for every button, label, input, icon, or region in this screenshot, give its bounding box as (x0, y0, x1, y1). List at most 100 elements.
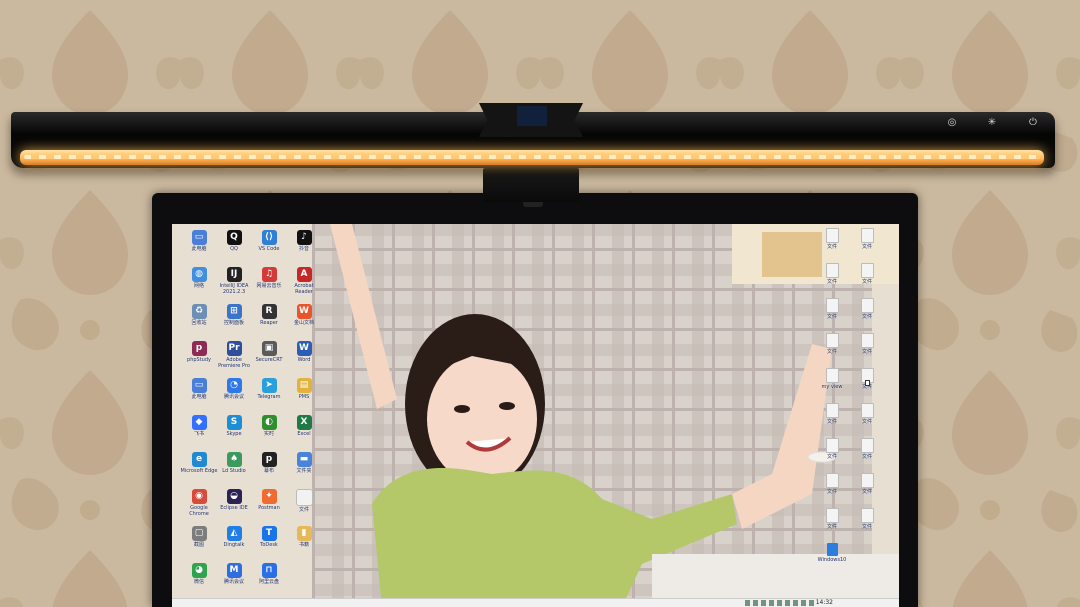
desktop-icon[interactable]: S Skype (215, 415, 253, 437)
desktop-icon[interactable]: IJ IntelliJ IDEA 2021.2.3 (215, 267, 253, 295)
desktop-icon[interactable]: 文件 (285, 489, 323, 513)
meeting-icon: ◔ (226, 378, 242, 393)
file-icon (825, 228, 839, 243)
acrobat-icon: A (296, 267, 312, 282)
desktop-icon[interactable]: ▣ SecureCRT (250, 341, 288, 363)
desktop-file-icon[interactable]: 文件 (813, 508, 851, 530)
desktop-icon[interactable]: ♫ 网易云音乐 (250, 267, 288, 289)
desktop-icon[interactable]: ◒ Eclipse IDE (215, 489, 253, 511)
desktop-icon-label: Excel (297, 431, 311, 437)
desktop-icon[interactable]: ◭ Dingtalk (215, 526, 253, 548)
desktop-icon-label: Acrobat Reader (294, 283, 314, 295)
desktop-file-icon[interactable]: 文件 (848, 508, 886, 530)
desktop-icon[interactable]: R Reaper (250, 304, 288, 326)
desktop-icon[interactable]: ◉ Google Chrome (180, 489, 218, 517)
mode-icon[interactable]: ◎ (946, 117, 958, 129)
desktop-icon[interactable]: ⊓ 阿里云盘 (250, 563, 288, 585)
lamp-logo-panel (517, 106, 547, 126)
desktop-icon[interactable]: ◐ 实时 (250, 415, 288, 437)
desktop-icon[interactable]: ▤ PMS (285, 378, 323, 400)
desktop-icon[interactable]: ⟨⟩ VS Code (250, 230, 288, 252)
desktop-icon[interactable]: p phpStudy (180, 341, 218, 363)
desktop-icon-label: 文件 (861, 524, 872, 530)
chrome-icon: ◉ (191, 489, 207, 504)
desktop-icon[interactable]: e Microsoft Edge (180, 452, 218, 474)
mubu-icon: p (261, 452, 277, 467)
eclipse-icon: ◒ (226, 489, 242, 504)
desktop-file-icon[interactable]: my view (813, 368, 851, 390)
desktop-icon-label: 文件 (826, 419, 837, 425)
desktop-icon[interactable]: ➤ Telegram (250, 378, 288, 400)
postman-icon: ✦ (261, 489, 277, 504)
desktop-icon[interactable]: ▢ 截图 (180, 526, 218, 548)
desktop-screen: ▭ 此电脑 Q QQ ⟨⟩ VS Code ♪ 抖音 ◍ 网络 IJ IntelliJ IDEA 20… (172, 224, 899, 607)
desktop-icon[interactable]: ⊞ 控制面板 (215, 304, 253, 326)
desktop-icon-label: 控制面板 (223, 320, 244, 326)
desktop-icon[interactable]: Q QQ (215, 230, 253, 252)
desktop-file-icon[interactable]: 文件 (813, 263, 851, 285)
recycle-bin-icon: ♻ (191, 304, 207, 319)
file-icon (860, 228, 874, 243)
desktop-file-icon[interactable]: 文件 (848, 263, 886, 285)
desktop-icon[interactable]: ▮ 书籍 (285, 526, 323, 548)
desktop-icon[interactable]: W 金山文档 (285, 304, 323, 326)
desktop-icon-label: Microsoft Edge (180, 468, 218, 474)
desktop-file-icon[interactable]: 文件 (848, 473, 886, 495)
desktop-icon[interactable]: M 腾讯会议 (215, 563, 253, 585)
desktop-icon[interactable]: X Excel (285, 415, 323, 437)
desktop-file-icon[interactable]: 文件 (813, 228, 851, 250)
desktop-icon[interactable]: ◆ 飞书 (180, 415, 218, 437)
desktop-icon[interactable]: ✦ Postman (250, 489, 288, 511)
desktop-icon[interactable]: A Acrobat Reader (285, 267, 323, 295)
desktop-icon[interactable]: ♻ 回收站 (180, 304, 218, 326)
desktop-icon[interactable]: p 幕布 (250, 452, 288, 474)
desktop-icon[interactable]: W Word (285, 341, 323, 363)
desktop-icon-label: 文件 (861, 244, 872, 250)
desktop-file-icon[interactable]: 文件 (813, 438, 851, 460)
desktop-file-icon[interactable]: 文件 (848, 228, 886, 250)
desktop-file-icon[interactable]: 文件 (813, 298, 851, 320)
desktop-icon-label: 实时 (263, 431, 274, 437)
desktop-icon-label: 文件 (826, 314, 837, 320)
music-icon: ♫ (261, 267, 277, 282)
desktop-file-icon[interactable]: Windows10 (813, 543, 851, 563)
computer-icon: ▭ (191, 230, 207, 245)
desktop-icon[interactable]: T ToDesk (250, 526, 288, 548)
control-panel-icon: ⊞ (226, 304, 242, 319)
desktop-file-icon[interactable]: 文件 (848, 368, 886, 390)
tencent-meeting-icon: M (226, 563, 242, 578)
desktop-file-icon[interactable]: 文件 (813, 333, 851, 355)
desktop-icon-label: 幕布 (263, 468, 274, 474)
desktop-icon[interactable]: ◍ 网络 (180, 267, 218, 289)
desktop-icon[interactable]: Pr Adobe Premiere Pro (215, 341, 253, 369)
folder-icon: ▬ (296, 452, 312, 467)
file-icon (860, 508, 874, 523)
desktop-icon-label: 截图 (193, 542, 204, 548)
power-icon[interactable]: ⏻ (1027, 117, 1039, 129)
windows-icon (826, 543, 838, 556)
taskbar-clock[interactable]: 14:32 (816, 599, 833, 606)
desktop-icon-label: 书籍 (298, 542, 309, 548)
taskbar: 14:32 (172, 598, 899, 607)
desktop-file-icon[interactable]: 文件 (848, 298, 886, 320)
file-icon (825, 403, 839, 418)
word-icon: W (296, 341, 312, 356)
desktop-icon[interactable]: ▭ 此电脑 (180, 378, 218, 400)
brightness-icon[interactable]: ✳ (986, 117, 998, 129)
desktop-icon[interactable]: ♠ Ld Studio (215, 452, 253, 474)
desktop-file-icon[interactable]: 文件 (813, 403, 851, 425)
desktop-file-icon[interactable]: 文件 (848, 438, 886, 460)
desktop-icon[interactable]: ♪ 抖音 (285, 230, 323, 252)
desktop-icon[interactable]: ▭ 此电脑 (180, 230, 218, 252)
desktop-icon[interactable]: ◕ 微信 (180, 563, 218, 585)
desktop-file-icon[interactable]: 文件 (813, 473, 851, 495)
desktop-icon-label: Skype (226, 431, 242, 437)
desktop-file-icon[interactable]: 文件 (848, 403, 886, 425)
system-tray[interactable] (745, 600, 815, 606)
desktop-icon-label: 文件 (826, 349, 837, 355)
desktop-icon[interactable]: ▬ 文件夹 (285, 452, 323, 474)
desktop-icon[interactable]: ◔ 腾讯会议 (215, 378, 253, 400)
reaper-icon: R (261, 304, 277, 319)
desktop-file-icon[interactable]: 文件 (848, 333, 886, 355)
desktop-icon-label: 微信 (193, 579, 204, 585)
